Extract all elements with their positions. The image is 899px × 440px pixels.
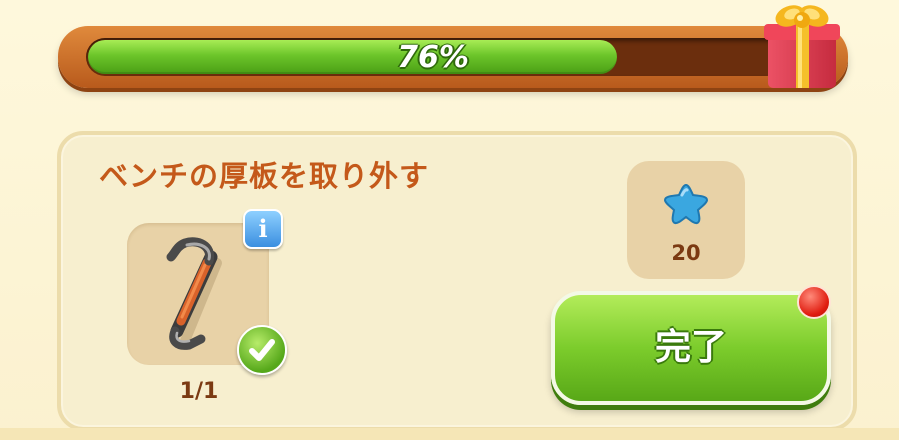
progress-bar: 76% [58,26,848,88]
checkmark-icon [237,325,287,375]
blue-star-icon [663,183,709,225]
quest-screen: 76% ベンチの厚板を取り外す i 1/1 20 完了 [0,0,899,440]
task-panel: ベンチの厚板を取り外す i 1/1 20 完了 [57,131,857,431]
gift-box-icon[interactable] [762,0,842,92]
info-button[interactable]: i [243,209,283,249]
notification-dot-icon [797,285,831,319]
reward-slot: 20 [627,161,745,279]
task-title: ベンチの厚板を取り外す [99,159,430,193]
reward-amount: 20 [671,241,701,265]
bottom-edge [0,428,899,440]
complete-button[interactable]: 完了 [551,291,831,405]
item-count: 1/1 [179,379,219,404]
progress-percent-label: 76% [397,40,469,75]
complete-button-label: 完了 [654,327,727,368]
